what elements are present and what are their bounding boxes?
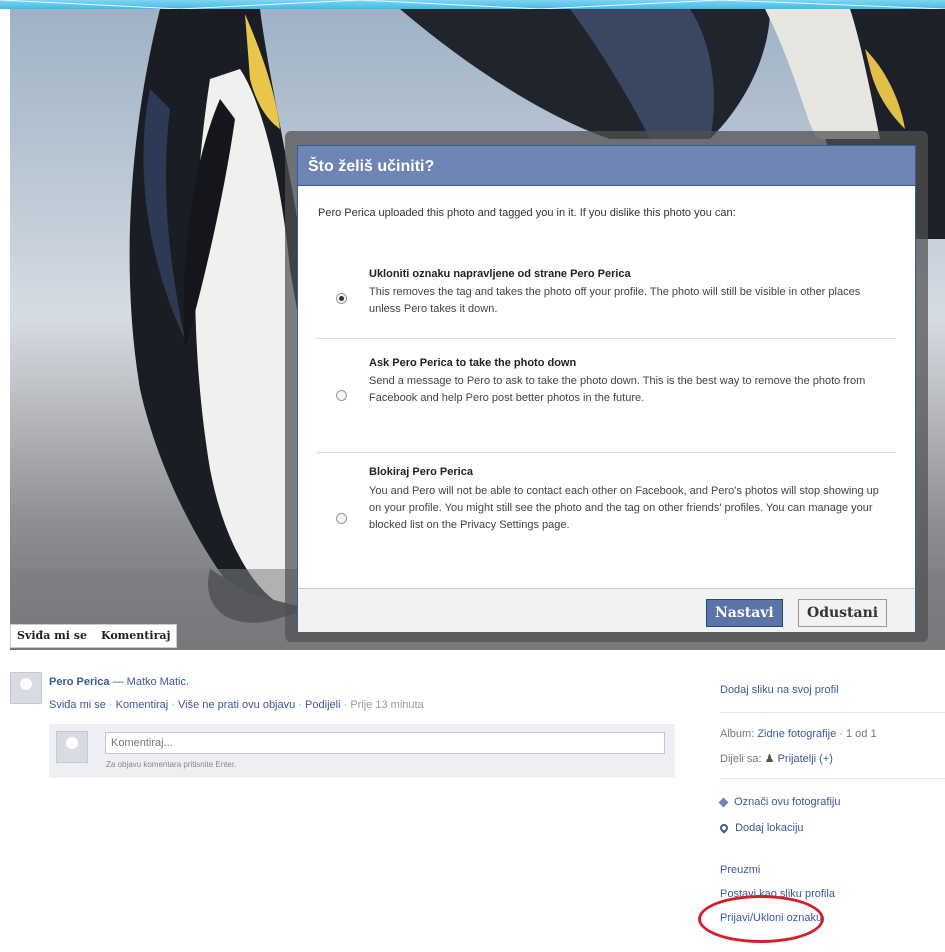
album-link[interactable]: Zidne fotografije xyxy=(757,728,836,740)
shared-label: Dijeli sa: xyxy=(720,753,762,765)
option-title: Ukloniti oznaku napravljene od strane Pe… xyxy=(369,268,631,280)
untag-dialog: Što želiš učiniti? Pero Perica uploaded … xyxy=(297,145,916,632)
option-description: You and Pero will not be able to contact… xyxy=(369,485,879,531)
continue-button[interactable]: Nastavi xyxy=(706,599,783,627)
album-info: Album: Zidne fotografije · 1 od 1 xyxy=(720,728,877,740)
dialog-intro-text: Pero Perica uploaded this photo and tagg… xyxy=(318,207,736,219)
radio-ask-takedown[interactable] xyxy=(336,390,347,401)
radio-block[interactable] xyxy=(336,513,347,524)
location-pin-icon xyxy=(718,822,730,834)
option-divider xyxy=(316,338,896,339)
dialog-footer: Nastavi Odustani xyxy=(298,588,915,632)
shared-with: Dijeli sa: ♟ Prijatelji (+) xyxy=(720,752,833,765)
separator: · xyxy=(108,699,116,711)
comment-hint: Za objavu komentara pritisnite Enter. xyxy=(106,760,237,769)
option-description: This removes the tag and takes the photo… xyxy=(369,286,861,315)
share-link[interactable]: Podijeli xyxy=(305,699,340,711)
option-title: Blokiraj Pero Perica xyxy=(369,466,473,478)
post-author-line: Pero Perica — Matko Matic. xyxy=(49,676,189,688)
banner-pattern xyxy=(0,0,945,9)
album-label: Album: xyxy=(720,728,755,740)
photo-like-link[interactable]: Sviđa mi se xyxy=(17,629,87,643)
tagged-friend-link[interactable]: — Matko Matic. xyxy=(113,676,189,688)
add-to-profile-link[interactable]: Dodaj sliku na svoj profil xyxy=(720,684,839,696)
unfollow-link[interactable]: Više ne prati ovu objavu xyxy=(178,699,295,711)
avatar xyxy=(56,731,88,763)
post-actions: Sviđa mi se · Komentiraj · Više ne prati… xyxy=(49,699,424,711)
tag-photo-link[interactable]: Označi ovu fotografiju xyxy=(734,796,840,808)
comment-input[interactable] xyxy=(105,732,665,754)
like-link[interactable]: Sviđa mi se xyxy=(49,699,106,711)
author-link[interactable]: Pero Perica xyxy=(49,676,110,688)
album-count: · 1 od 1 xyxy=(839,728,877,740)
photo-action-bar: Sviđa mi se Komentiraj xyxy=(10,624,178,648)
red-highlight-circle xyxy=(698,895,824,943)
tag-photo-row[interactable]: Označi ovu fotografiju xyxy=(718,796,840,808)
comment-link[interactable]: Komentiraj xyxy=(116,699,169,711)
photo-comment-link[interactable]: Komentiraj xyxy=(101,629,170,643)
post-timestamp: Prije 13 minuta xyxy=(350,699,424,711)
privacy-selector[interactable]: Prijatelji (+) xyxy=(778,753,833,765)
add-location-row[interactable]: Dodaj lokaciju xyxy=(718,822,804,834)
option-description: Send a message to Pero to ask to take th… xyxy=(369,375,866,404)
option-title: Ask Pero Perica to take the photo down xyxy=(369,357,577,369)
radio-remove-tag[interactable] xyxy=(336,293,347,304)
comment-box: Za objavu komentara pritisnite Enter. xyxy=(49,724,675,778)
top-banner xyxy=(0,0,945,9)
avatar[interactable] xyxy=(10,672,42,704)
tag-icon xyxy=(718,797,729,808)
sidebar-divider xyxy=(720,778,945,779)
option-divider xyxy=(316,452,896,453)
friends-icon: ♟ xyxy=(764,753,775,765)
sidebar-divider xyxy=(720,712,945,713)
download-link[interactable]: Preuzmi xyxy=(720,864,760,876)
dialog-title: Što želiš učiniti? xyxy=(298,146,915,186)
cancel-button[interactable]: Odustani xyxy=(798,599,888,627)
add-location-link[interactable]: Dodaj lokaciju xyxy=(735,822,803,834)
